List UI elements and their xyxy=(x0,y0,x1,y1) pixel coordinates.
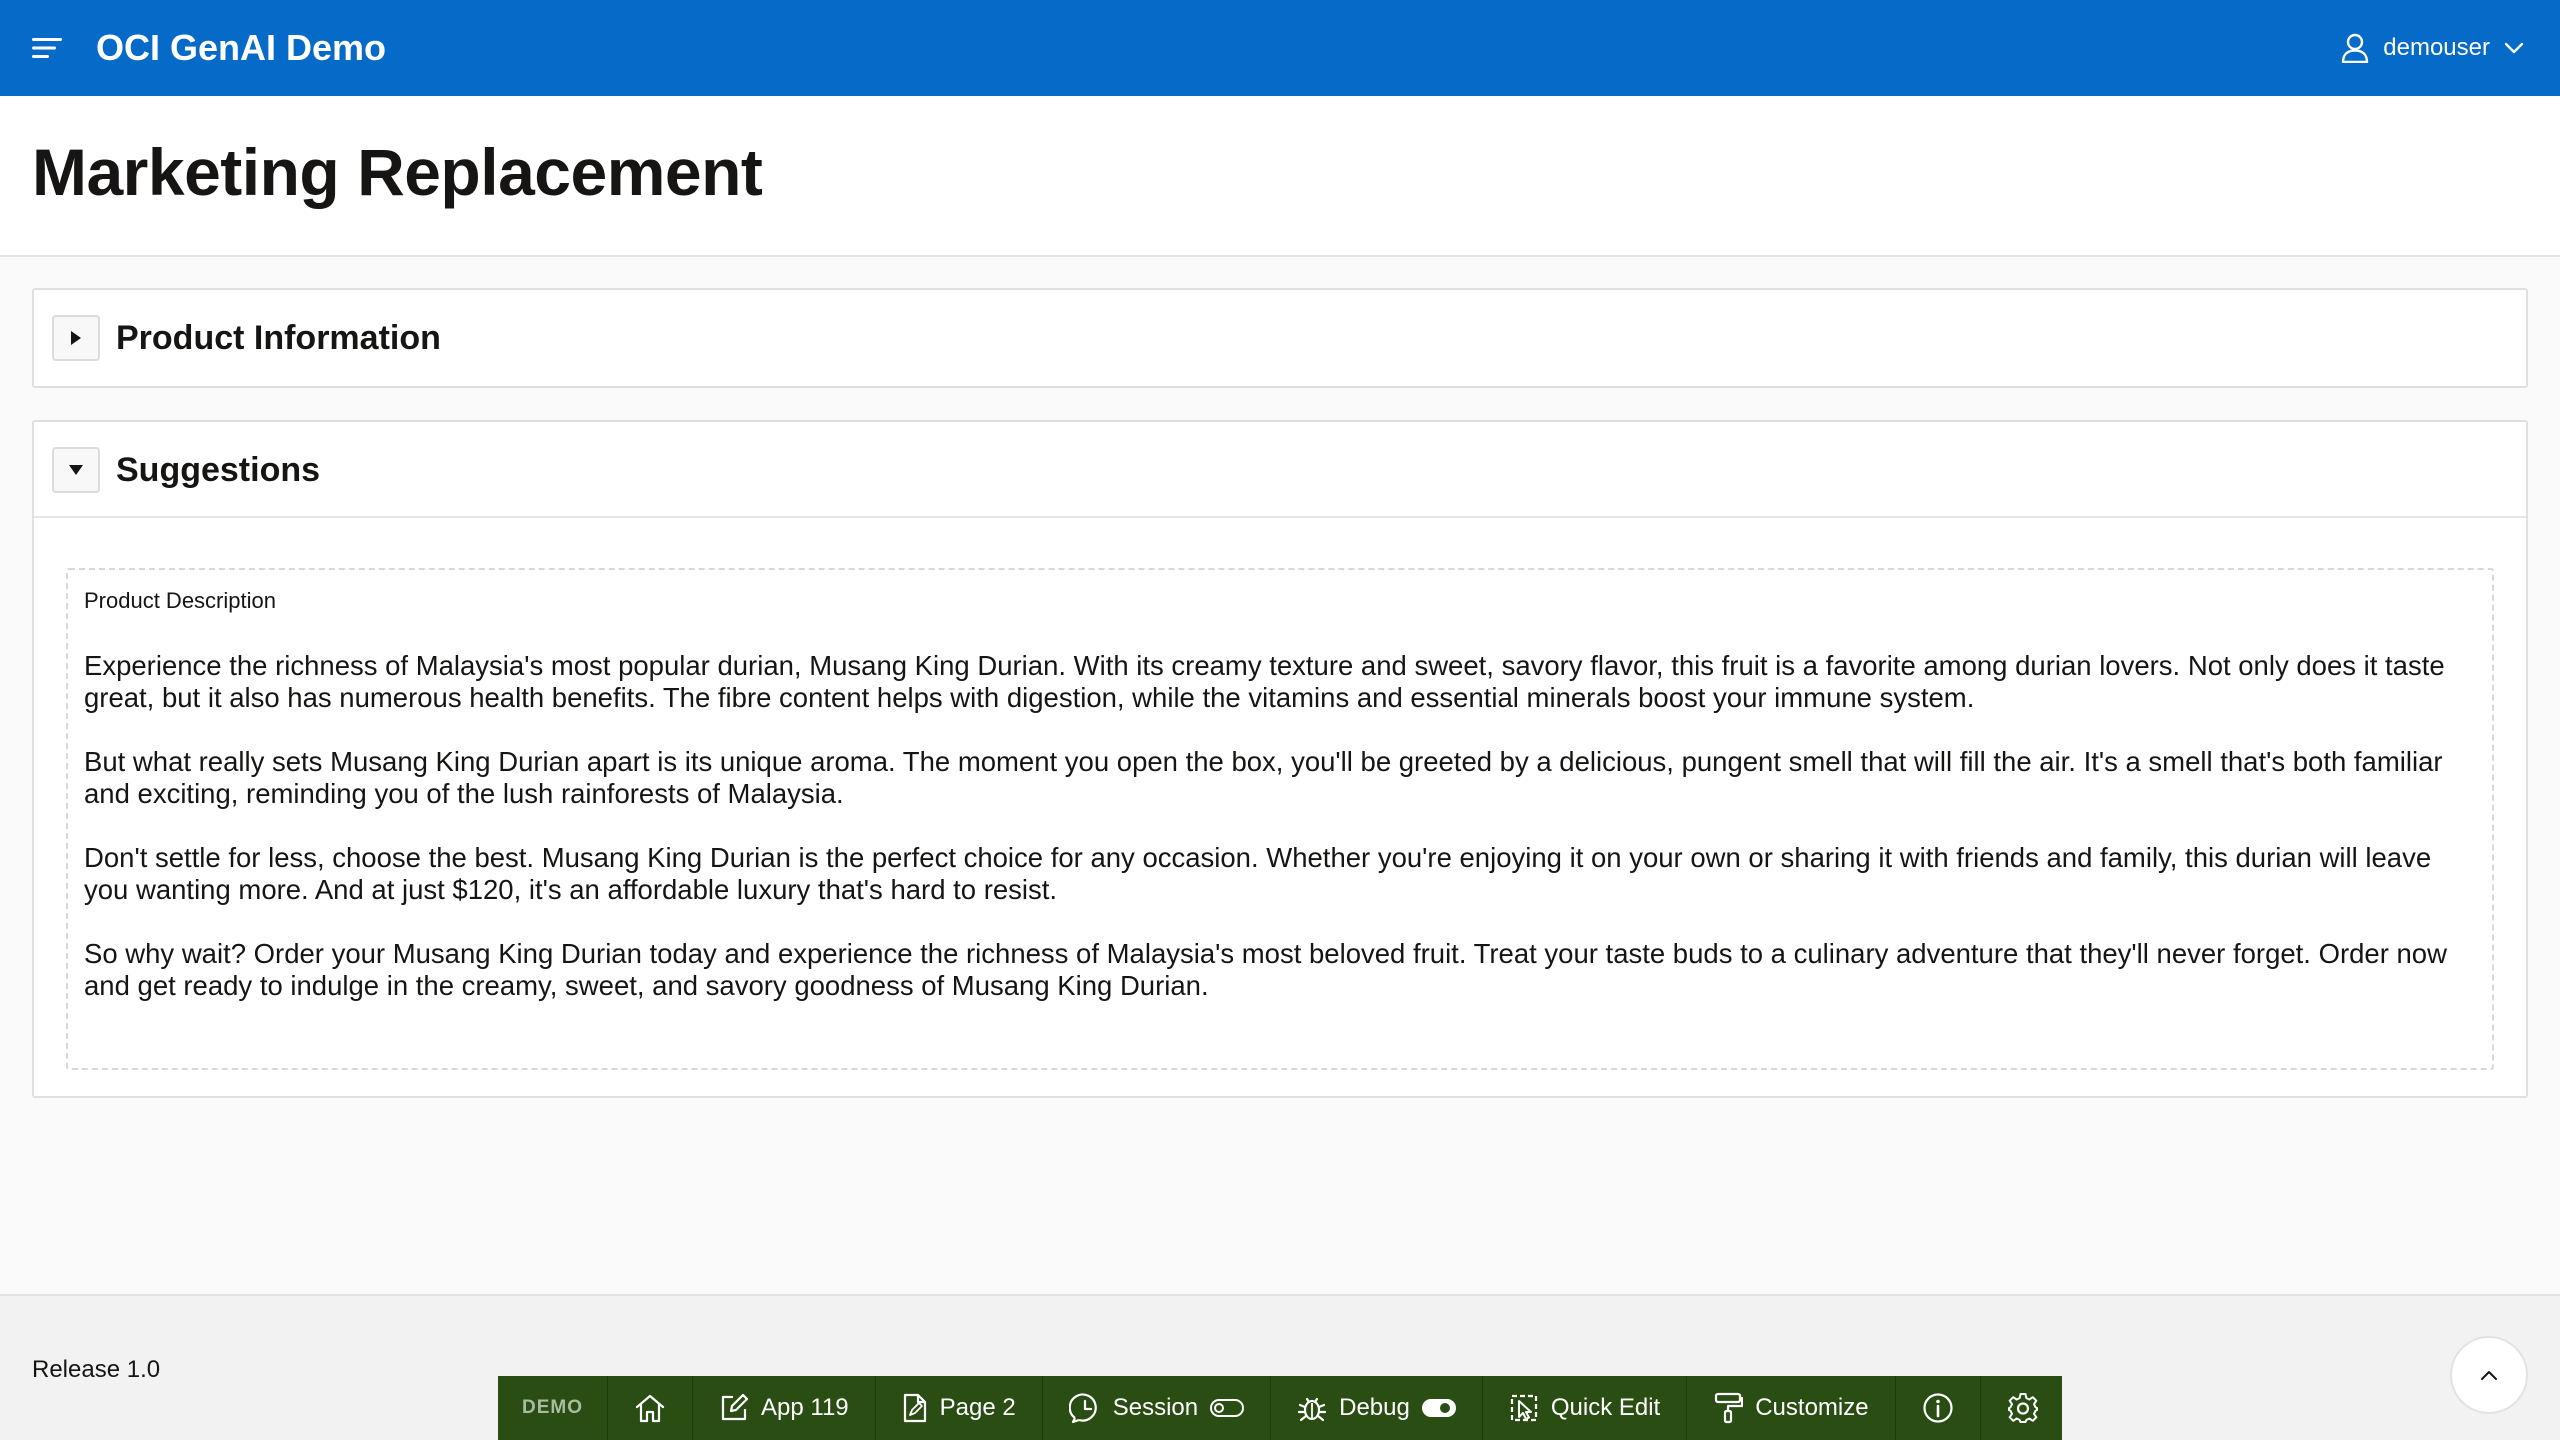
caret-down-icon xyxy=(68,463,84,477)
field-label: Product Description xyxy=(84,588,276,613)
description-paragraph: So why wait? Order your Musang King Duri… xyxy=(84,938,2447,1001)
product-description-field: Product Description Experience the richn… xyxy=(66,568,2494,1070)
collapse-suggestions-button[interactable] xyxy=(52,447,100,493)
info-button[interactable] xyxy=(1896,1376,1981,1440)
developer-toolbar: DEMO App 119 Page 2 Session Debug Quick … xyxy=(498,1376,2062,1440)
settings-button[interactable] xyxy=(1981,1376,2065,1440)
user-menu[interactable]: demouser xyxy=(2341,24,2524,72)
debug-button[interactable]: Debug xyxy=(1271,1376,1483,1440)
region-header: Suggestions xyxy=(34,422,2526,518)
session-toggle-icon xyxy=(1210,1399,1245,1417)
caret-right-icon xyxy=(69,330,83,346)
quick-edit-button[interactable]: Quick Edit xyxy=(1483,1376,1688,1440)
gear-icon xyxy=(2007,1392,2039,1424)
page-title: Marketing Replacement xyxy=(32,135,763,209)
debug-toggle-icon xyxy=(1421,1399,1456,1417)
product-description-text: Experience the richness of Malaysia's mo… xyxy=(84,650,2474,1034)
bug-icon xyxy=(1297,1393,1327,1423)
paint-roller-icon xyxy=(1713,1392,1744,1424)
quick-edit-icon xyxy=(1509,1393,1539,1423)
chevron-down-icon xyxy=(2504,42,2524,54)
user-icon xyxy=(2341,33,2369,63)
description-paragraph: But what really sets Musang King Durian … xyxy=(84,746,2443,809)
description-paragraph: Experience the richness of Malaysia's mo… xyxy=(84,650,2445,713)
top-navigation-bar: OCI GenAI Demo demouser xyxy=(0,0,2560,96)
page-title-bar: Marketing Replacement xyxy=(0,96,2560,257)
hamburger-icon xyxy=(32,36,64,60)
quick-edit-label: Quick Edit xyxy=(1550,1394,1661,1421)
customize-button[interactable]: Customize xyxy=(1687,1376,1896,1440)
suggestions-region: Suggestions Product Description Experien… xyxy=(32,420,2528,1098)
chevron-up-icon xyxy=(2480,1370,2498,1381)
page-button[interactable]: Page 2 xyxy=(876,1376,1043,1440)
navigation-menu-button[interactable] xyxy=(20,24,76,72)
scroll-to-top-button[interactable] xyxy=(2450,1336,2528,1414)
release-label: Release 1.0 xyxy=(32,1356,161,1383)
page-icon xyxy=(902,1393,928,1423)
product-information-region: Product Information xyxy=(32,288,2528,388)
info-icon xyxy=(1922,1392,1954,1424)
session-icon xyxy=(1068,1392,1101,1424)
home-icon xyxy=(634,1393,666,1423)
page-label: Page 2 xyxy=(939,1394,1016,1421)
session-label: Session xyxy=(1112,1394,1199,1421)
demo-workspace-label: DEMO xyxy=(498,1376,608,1440)
description-paragraph: Don't settle for less, choose the best. … xyxy=(84,842,2432,905)
edit-icon xyxy=(719,1393,749,1423)
region-title: Suggestions xyxy=(116,451,321,489)
app-label: App 119 xyxy=(761,1394,849,1421)
region-title: Product Information xyxy=(116,319,441,357)
session-button[interactable]: Session xyxy=(1043,1376,1272,1440)
app-button[interactable]: App 119 xyxy=(693,1376,876,1440)
user-name: demouser xyxy=(2383,34,2490,61)
app-title[interactable]: OCI GenAI Demo xyxy=(96,0,386,96)
expand-product-information-button[interactable] xyxy=(52,315,100,361)
region-header: Product Information xyxy=(34,290,2526,386)
home-button[interactable] xyxy=(608,1376,693,1440)
debug-label: Debug xyxy=(1339,1394,1410,1421)
customize-label: Customize xyxy=(1755,1394,1869,1421)
